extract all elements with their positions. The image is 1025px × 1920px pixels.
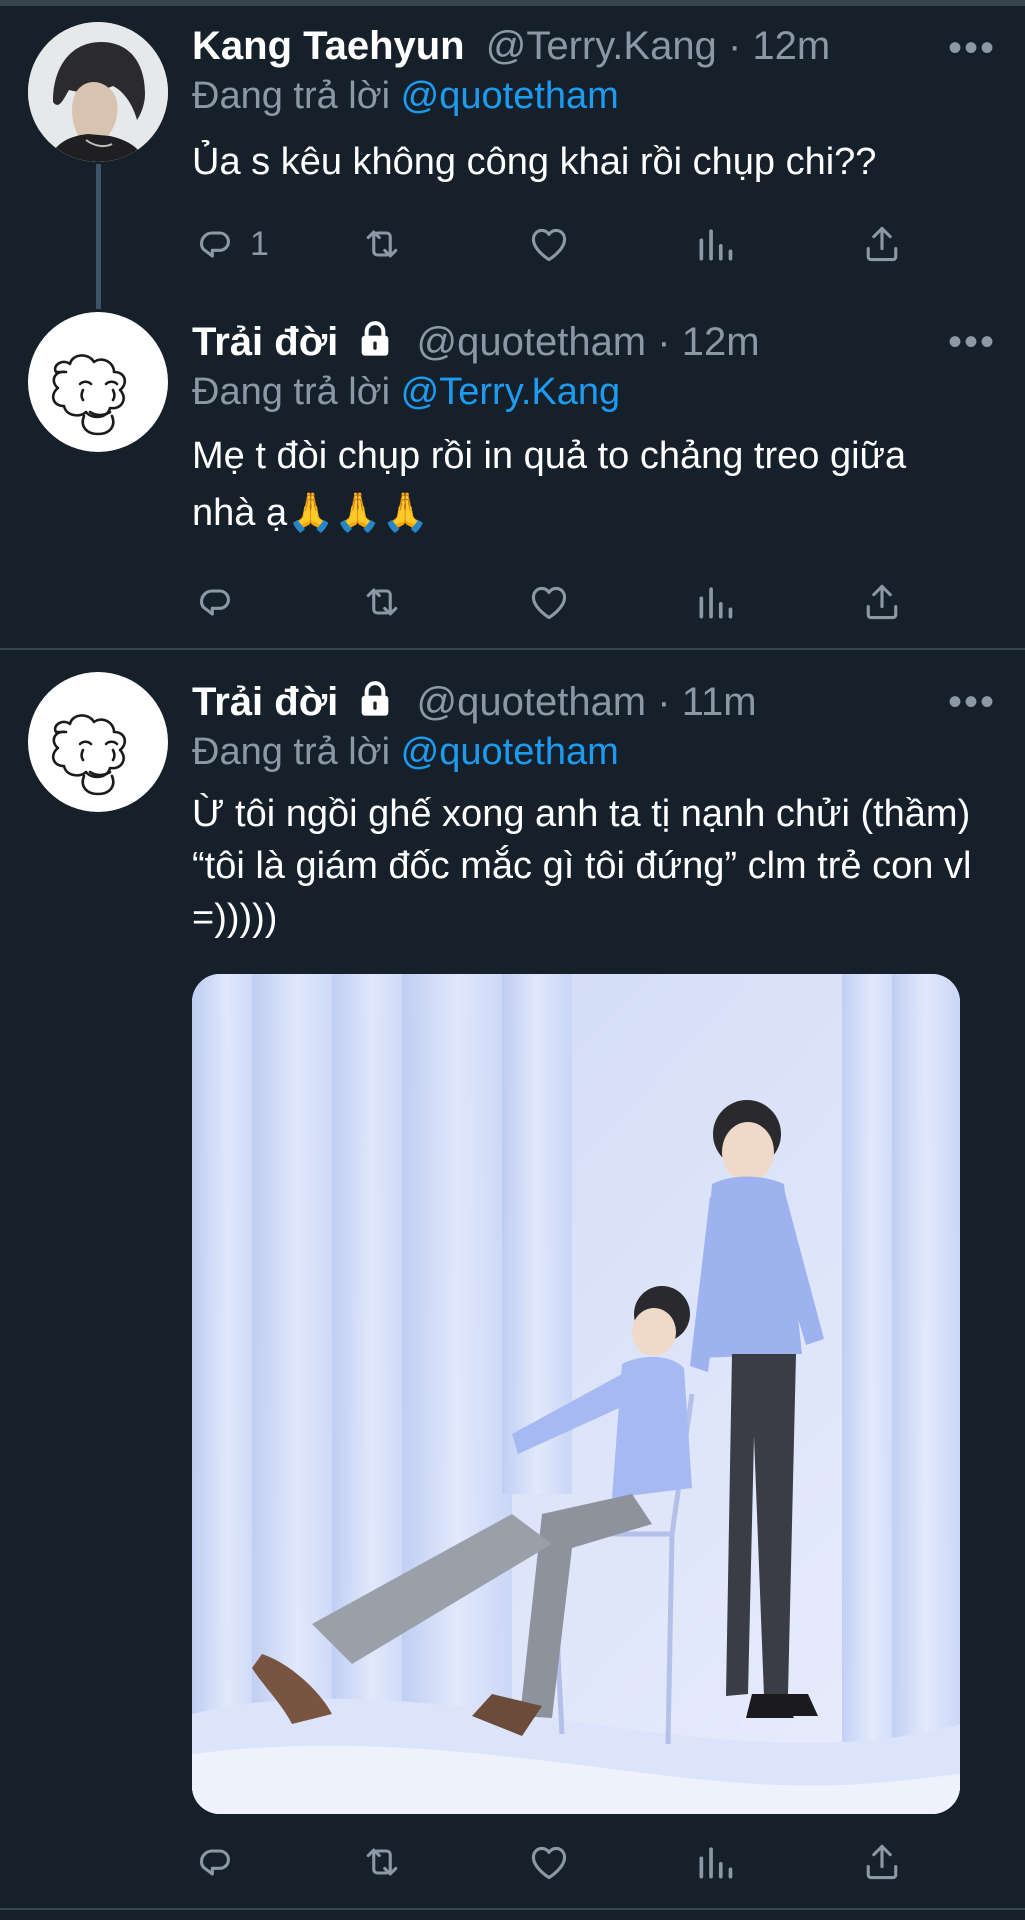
reply-prefix: Đang trả lời xyxy=(192,731,391,773)
user-handle[interactable]: @quotetham xyxy=(417,680,647,724)
separator: · xyxy=(657,680,671,724)
reply-button[interactable] xyxy=(194,1840,250,1884)
share-button[interactable] xyxy=(860,1840,904,1884)
like-button[interactable] xyxy=(526,1840,572,1884)
analytics-button[interactable] xyxy=(694,1840,738,1884)
reply-icon xyxy=(194,1840,238,1884)
tweet-text: Ừ tôi ngồi ghế xong anh ta tị nạnh chửi … xyxy=(192,793,972,939)
timestamp[interactable]: 11m xyxy=(682,680,757,724)
lock-icon xyxy=(355,679,395,719)
tweet-header: Trải đời @quotetham · 11m xyxy=(192,678,757,726)
reply-mention[interactable]: @quotetham xyxy=(401,731,619,773)
tweet-photo[interactable] xyxy=(192,974,960,1814)
retweet-button[interactable] xyxy=(358,1840,406,1884)
tweet-3[interactable]: Trải đời @quotetham · 11m ••• Đang trả l… xyxy=(0,0,1025,1910)
tweet-divider xyxy=(0,1908,1025,1910)
heart-icon xyxy=(526,1840,572,1884)
avatar[interactable] xyxy=(28,672,168,812)
display-name[interactable]: Trải đời xyxy=(192,680,338,724)
reply-context: Đang trả lời @quotetham xyxy=(192,728,619,776)
more-icon[interactable]: ••• xyxy=(948,680,996,725)
share-icon xyxy=(860,1840,904,1884)
retweet-icon xyxy=(358,1840,406,1884)
avatar-sketch xyxy=(28,672,168,812)
analytics-icon xyxy=(694,1840,738,1884)
photo-illustration xyxy=(192,974,960,1814)
action-bar xyxy=(0,1840,1025,1888)
